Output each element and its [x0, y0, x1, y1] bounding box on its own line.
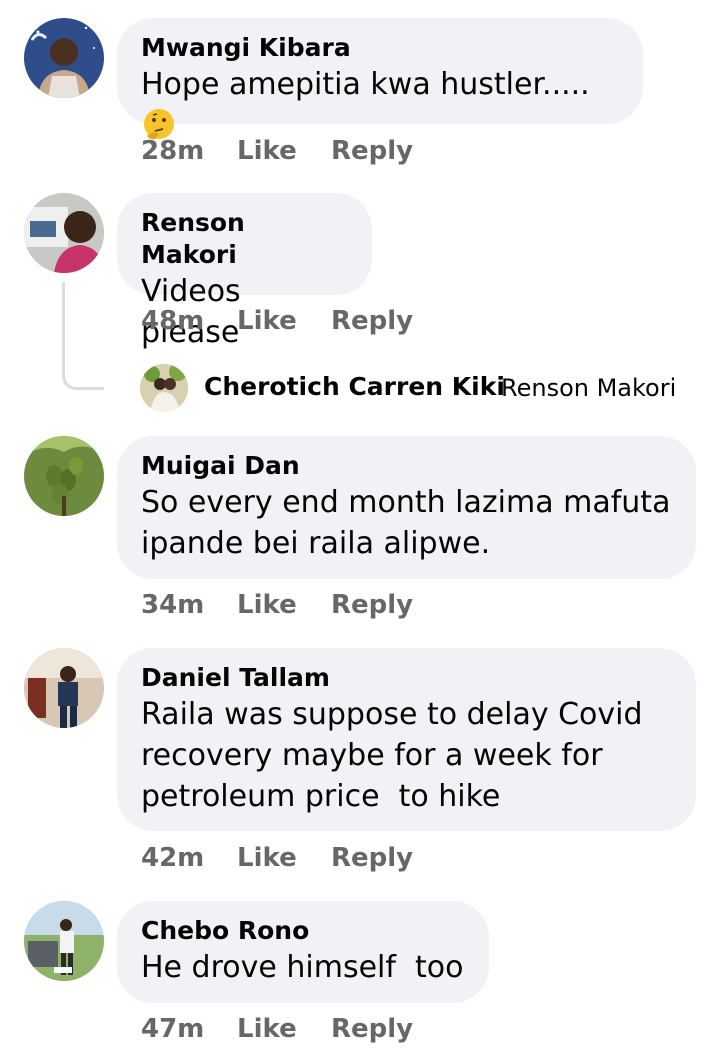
- reply-button[interactable]: Reply: [331, 590, 413, 620]
- comment-bubble: Mwangi Kibara Hope amepitia kwa hustler.…: [117, 18, 643, 140]
- avatar[interactable]: [140, 364, 188, 412]
- like-button[interactable]: Like: [237, 843, 297, 873]
- commenter-name[interactable]: Mwangi Kibara: [141, 32, 619, 64]
- reply-button[interactable]: Reply: [331, 136, 413, 166]
- comment-time[interactable]: 42m: [141, 843, 204, 873]
- reply-preview[interactable]: Cherotich Carren Kiki Renson Makori: [140, 364, 700, 412]
- like-button[interactable]: Like: [237, 306, 297, 336]
- comment-time[interactable]: 34m: [141, 590, 204, 620]
- comment-text: Raila was suppose to delay Covid recover…: [141, 697, 643, 814]
- comment-time[interactable]: 48m: [141, 306, 204, 336]
- comment-text: He drove himself too: [141, 950, 464, 985]
- reply-author-name[interactable]: Cherotich Carren Kiki: [204, 372, 505, 401]
- avatar[interactable]: [24, 18, 104, 98]
- avatar-photo-icon: [24, 436, 104, 516]
- avatar[interactable]: [24, 193, 104, 273]
- avatar-photo-icon: [24, 18, 104, 98]
- avatar[interactable]: [24, 436, 104, 516]
- reply-thread-line: [62, 282, 104, 390]
- comment-time[interactable]: 47m: [141, 1014, 204, 1044]
- comment-text: So every end month lazima mafuta ipande …: [141, 485, 671, 561]
- comment-bubble: Daniel Tallam Raila was suppose to delay…: [117, 648, 696, 831]
- reply-button[interactable]: Reply: [331, 306, 413, 336]
- avatar-photo-icon: [24, 193, 104, 273]
- comment-time[interactable]: 28m: [141, 136, 204, 166]
- commenter-name[interactable]: Renson Makori: [141, 207, 348, 271]
- comment-bubble: Muigai Dan So every end month lazima maf…: [117, 436, 696, 579]
- like-button[interactable]: Like: [237, 1014, 297, 1044]
- avatar-photo-icon: [24, 901, 104, 981]
- avatar-photo-icon: [140, 364, 188, 412]
- reply-mention[interactable]: Renson Makori: [501, 374, 676, 402]
- commenter-name[interactable]: Muigai Dan: [141, 450, 672, 482]
- commenter-name[interactable]: Chebo Rono: [141, 915, 465, 947]
- reply-button[interactable]: Reply: [331, 1014, 413, 1044]
- avatar[interactable]: [24, 901, 104, 981]
- comment-bubble: Chebo Rono He drove himself too: [117, 901, 489, 1003]
- reply-button[interactable]: Reply: [331, 843, 413, 873]
- commenter-name[interactable]: Daniel Tallam: [141, 662, 672, 694]
- comment-text: Hope amepitia kwa hustler.....: [141, 64, 619, 146]
- avatar-photo-icon: [24, 648, 104, 728]
- like-button[interactable]: Like: [237, 590, 297, 620]
- like-button[interactable]: Like: [237, 136, 297, 166]
- comment-bubble: Renson Makori Videos please: [117, 193, 372, 350]
- avatar[interactable]: [24, 648, 104, 728]
